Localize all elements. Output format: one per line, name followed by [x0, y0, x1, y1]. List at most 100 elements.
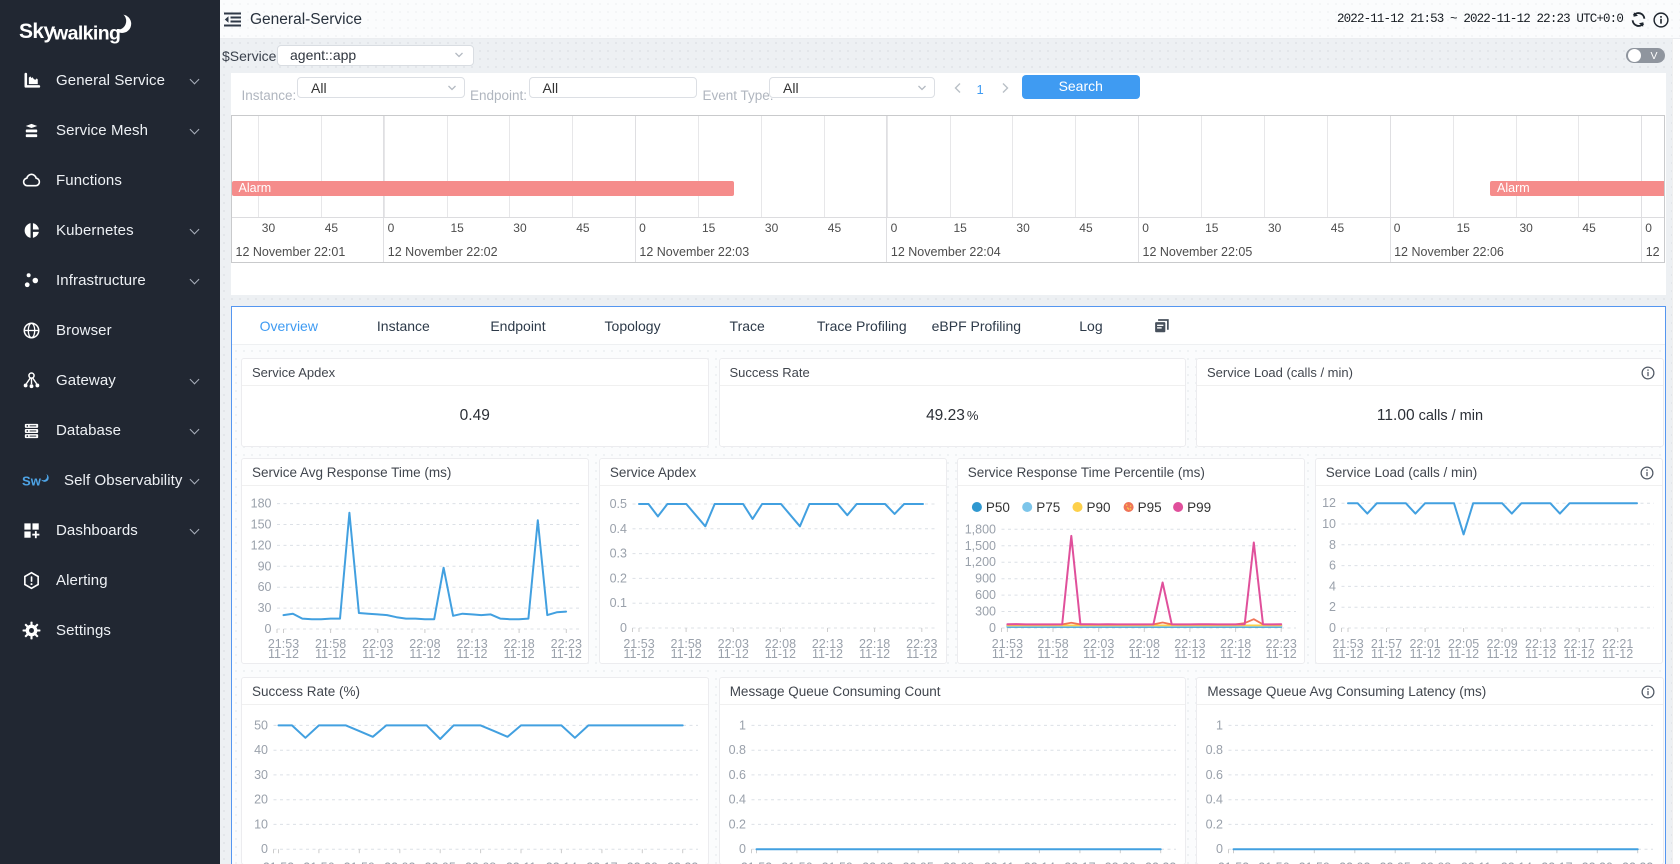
svg-text:21:56: 21:56	[303, 860, 334, 864]
svg-text:300: 300	[975, 605, 996, 619]
svg-text:0: 0	[620, 621, 627, 635]
svg-text:11-12: 11-12	[1371, 647, 1402, 661]
svg-text:Sw: Sw	[22, 473, 42, 488]
svg-text:11-12: 11-12	[1265, 647, 1296, 661]
svg-text:50: 50	[254, 718, 268, 732]
svg-text:0.2: 0.2	[1206, 817, 1223, 831]
svg-text:11-12: 11-12	[1129, 647, 1160, 661]
svg-text:11-12: 11-12	[1409, 647, 1440, 661]
svg-text:11-12: 11-12	[1486, 647, 1517, 661]
svg-text:22:23: 22:23	[1145, 860, 1176, 864]
svg-text:22:11: 22:11	[984, 860, 1014, 864]
svg-text:22:20: 22:20	[1104, 860, 1135, 864]
svg-text:21:56: 21:56	[781, 860, 812, 864]
svg-text:11-12: 11-12	[623, 647, 654, 661]
svg-text:0.4: 0.4	[728, 792, 745, 806]
svg-text:0: 0	[1216, 842, 1223, 856]
svg-text:90: 90	[258, 559, 272, 573]
svg-text:1: 1	[1216, 718, 1223, 732]
svg-text:11-12: 11-12	[1448, 647, 1479, 661]
svg-text:21:53: 21:53	[741, 860, 772, 864]
svg-text:P75: P75	[1036, 500, 1060, 515]
svg-text:22:14: 22:14	[546, 860, 577, 864]
svg-text:8: 8	[1329, 538, 1336, 552]
svg-text:21:59: 21:59	[1299, 860, 1330, 864]
svg-text:0: 0	[989, 621, 996, 635]
svg-text:11-12: 11-12	[906, 647, 937, 661]
svg-text:11-12: 11-12	[1332, 647, 1363, 661]
svg-text:22:23: 22:23	[1622, 860, 1653, 864]
svg-text:P50: P50	[986, 500, 1010, 515]
svg-text:40: 40	[254, 743, 268, 757]
svg-text:150: 150	[251, 518, 272, 532]
svg-text:P90: P90	[1086, 500, 1110, 515]
svg-text:22:14: 22:14	[1023, 860, 1054, 864]
svg-text:11-12: 11-12	[504, 647, 535, 661]
svg-text:2: 2	[1329, 600, 1336, 614]
svg-text:22:08: 22:08	[465, 860, 496, 864]
svg-text:11-12: 11-12	[1037, 647, 1068, 661]
svg-text:22:05: 22:05	[1380, 860, 1411, 864]
svg-text:22:17: 22:17	[586, 860, 617, 864]
svg-text:11-12: 11-12	[859, 647, 890, 661]
svg-text:11-12: 11-12	[765, 647, 796, 661]
svg-text:11-12: 11-12	[1525, 647, 1556, 661]
svg-text:4: 4	[1329, 579, 1336, 593]
svg-text:600: 600	[975, 588, 996, 602]
svg-text:30: 30	[258, 601, 272, 615]
svg-text:12: 12	[1322, 496, 1336, 510]
svg-text:11-12: 11-12	[1563, 647, 1594, 661]
svg-text:22:02: 22:02	[1340, 860, 1371, 864]
svg-text:0.6: 0.6	[1206, 767, 1223, 781]
svg-text:0.3: 0.3	[610, 547, 627, 561]
svg-text:0.2: 0.2	[728, 817, 745, 831]
svg-text:11-12: 11-12	[812, 647, 843, 661]
svg-text:60: 60	[258, 580, 272, 594]
svg-text:0.4: 0.4	[1206, 792, 1223, 806]
svg-text:11-12: 11-12	[992, 647, 1023, 661]
svg-text:22:05: 22:05	[902, 860, 933, 864]
svg-text:11-12: 11-12	[670, 647, 701, 661]
svg-text:P99: P99	[1187, 500, 1211, 515]
svg-text:21:56: 21:56	[1259, 860, 1290, 864]
svg-text:22:20: 22:20	[1582, 860, 1613, 864]
svg-text:10: 10	[254, 817, 268, 831]
svg-text:11-12: 11-12	[718, 647, 749, 661]
svg-text:11-12: 11-12	[315, 647, 346, 661]
svg-text:11-12: 11-12	[268, 647, 299, 661]
svg-text:0: 0	[1329, 621, 1336, 635]
svg-text:6: 6	[1329, 559, 1336, 573]
svg-text:30: 30	[254, 767, 268, 781]
svg-text:walking: walking	[52, 23, 120, 45]
svg-text:11-12: 11-12	[409, 647, 440, 661]
svg-text:1,200: 1,200	[965, 555, 996, 569]
svg-text:11-12: 11-12	[362, 647, 393, 661]
svg-text:20: 20	[254, 792, 268, 806]
svg-text:0.2: 0.2	[610, 571, 627, 585]
svg-text:0: 0	[261, 842, 268, 856]
svg-text:0.1: 0.1	[610, 596, 627, 610]
svg-text:21:59: 21:59	[821, 860, 852, 864]
svg-text:0.6: 0.6	[728, 767, 745, 781]
svg-text:11-12: 11-12	[1174, 647, 1205, 661]
svg-text:21:59: 21:59	[344, 860, 375, 864]
svg-text:120: 120	[251, 538, 272, 552]
svg-text:P95: P95	[1137, 500, 1161, 515]
svg-text:1,500: 1,500	[965, 539, 996, 553]
svg-text:0.4: 0.4	[610, 522, 627, 536]
svg-text:22:08: 22:08	[1420, 860, 1451, 864]
svg-text:11-12: 11-12	[1083, 647, 1114, 661]
svg-text:22:17: 22:17	[1542, 860, 1573, 864]
svg-text:1: 1	[739, 718, 746, 732]
svg-text:Sky: Sky	[19, 20, 55, 43]
svg-text:22:23: 22:23	[667, 860, 698, 864]
svg-text:0: 0	[739, 842, 746, 856]
svg-text:22:20: 22:20	[627, 860, 658, 864]
svg-text:0.8: 0.8	[728, 743, 745, 757]
svg-text:22:11: 22:11	[506, 860, 536, 864]
svg-text:22:05: 22:05	[425, 860, 456, 864]
svg-text:22:14: 22:14	[1501, 860, 1532, 864]
svg-text:11-12: 11-12	[1220, 647, 1251, 661]
svg-text:22:02: 22:02	[384, 860, 415, 864]
svg-text:0: 0	[265, 622, 272, 636]
